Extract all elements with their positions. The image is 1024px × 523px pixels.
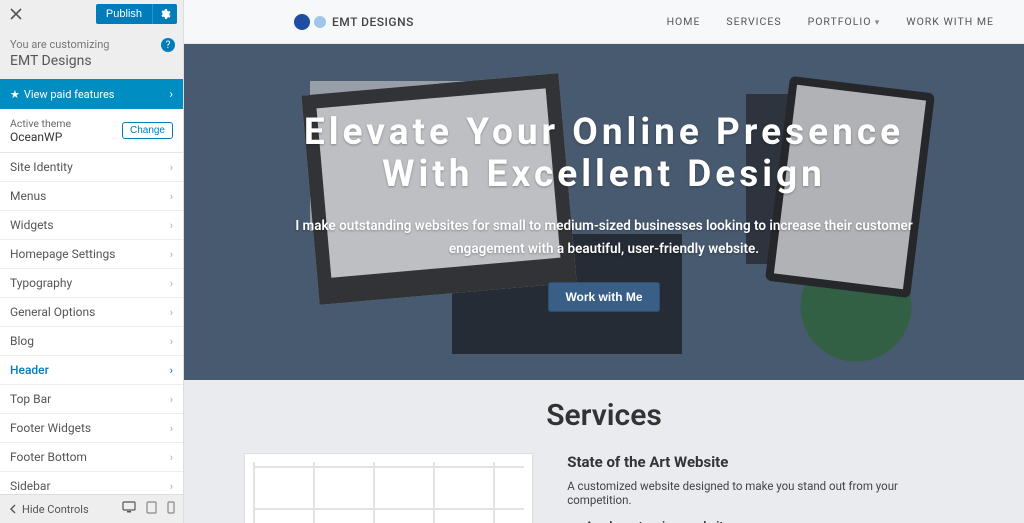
hero-overlay: [184, 44, 1024, 380]
change-theme-button[interactable]: Change: [122, 122, 173, 139]
customizer-menu-item[interactable]: Blog ›: [0, 327, 183, 356]
service-image: [244, 453, 533, 523]
site-title: EMT Designs: [10, 53, 173, 69]
nav-item[interactable]: HOME: [667, 15, 701, 28]
menu-item-label: Top Bar: [10, 392, 51, 406]
hide-controls-label: Hide Controls: [22, 503, 89, 516]
menu-item-label: Sidebar: [10, 479, 51, 493]
chevron-right-icon: ›: [170, 422, 173, 435]
star-icon: ★: [10, 88, 20, 101]
preview-pane[interactable]: EMT DESIGNS HOME SERVICES PORTFOLIO WORK WI…: [184, 0, 1024, 523]
site-header: EMT DESIGNS HOME SERVICES PORTFOLIO WORK WI…: [184, 0, 1024, 44]
service-body: State of the Art Website A customized we…: [567, 453, 964, 523]
customizer-menu-item[interactable]: Sidebar ›: [0, 472, 183, 494]
device-switcher: [122, 501, 175, 517]
chevron-right-icon: ›: [170, 219, 173, 232]
chevron-right-icon: ›: [170, 161, 173, 174]
desktop-preview-icon[interactable]: [122, 501, 136, 517]
menu-item-label: Blog: [10, 334, 34, 348]
publish-group: Publish: [96, 4, 177, 24]
brand-text: EMT DESIGNS: [332, 15, 414, 29]
menu-item-label: Homepage Settings: [10, 247, 115, 261]
hero-section: Elevate Your Online Presence With Excell…: [184, 44, 1024, 380]
primary-nav: HOME SERVICES PORTFOLIO WORK WITH ME: [667, 15, 994, 28]
customizer-menu-item[interactable]: Typography ›: [0, 269, 183, 298]
chevron-right-icon: ›: [170, 364, 173, 377]
active-theme-row: Active theme OceanWP Change: [0, 109, 183, 153]
help-icon[interactable]: ?: [161, 38, 175, 52]
services-section: Services State of the Art Website A cust…: [184, 380, 1024, 523]
customizer-panel: Publish ? You are customizing EMT Design…: [0, 0, 184, 523]
customizing-label: You are customizing: [10, 38, 173, 51]
menu-item-label: Footer Bottom: [10, 450, 87, 464]
customizer-menu-item[interactable]: Homepage Settings ›: [0, 240, 183, 269]
chevron-right-icon: ›: [169, 87, 173, 101]
publish-button[interactable]: Publish: [96, 4, 152, 24]
chevron-right-icon: ›: [170, 277, 173, 290]
chevron-right-icon: ›: [170, 306, 173, 319]
customizer-menu-item[interactable]: Header ›: [0, 356, 183, 385]
customizer-menu-item[interactable]: Footer Widgets ›: [0, 414, 183, 443]
chevron-right-icon: ›: [170, 393, 173, 406]
menu-item-label: Menus: [10, 189, 46, 203]
menu-item-label: Footer Widgets: [10, 421, 91, 435]
nav-item[interactable]: WORK WITH ME: [906, 15, 994, 28]
chevron-right-icon: ›: [170, 190, 173, 203]
close-icon[interactable]: [6, 4, 26, 24]
menu-item-label: Site Identity: [10, 160, 73, 174]
paid-features-bar[interactable]: ★View paid features ›: [0, 79, 183, 109]
service-bullets: An elegant, unique websiteDesigned to lo…: [567, 519, 964, 523]
nav-item[interactable]: PORTFOLIO: [808, 15, 881, 28]
service-title: State of the Art Website: [567, 453, 964, 471]
menu-item-label: General Options: [10, 305, 95, 319]
hero-cta-button[interactable]: Work with Me: [548, 282, 659, 312]
customizer-menu-item[interactable]: General Options ›: [0, 298, 183, 327]
chevron-right-icon: ›: [170, 480, 173, 493]
menu-item-label: Widgets: [10, 218, 54, 232]
mobile-preview-icon[interactable]: [167, 501, 175, 517]
menu-item-label: Typography: [10, 276, 72, 290]
customizer-menu-item[interactable]: Site Identity ›: [0, 153, 183, 182]
hide-controls-button[interactable]: Hide Controls: [8, 503, 89, 516]
customizer-menu-item[interactable]: Menus ›: [0, 182, 183, 211]
service-lead: A customized website designed to make yo…: [567, 479, 964, 507]
customizer-header: ? You are customizing EMT Designs: [0, 30, 183, 79]
hero-subtext: I make outstanding websites for small to…: [294, 215, 914, 261]
customizer-menu-item[interactable]: Footer Bottom ›: [0, 443, 183, 472]
brand-logo-icon: [294, 14, 310, 30]
customizer-menu: Site Identity›Menus›Widgets›Homepage Set…: [0, 153, 183, 494]
paid-features-label: ★View paid features: [10, 88, 114, 101]
nav-item[interactable]: SERVICES: [726, 15, 781, 28]
chevron-right-icon: ›: [170, 335, 173, 348]
customizer-footer: Hide Controls: [0, 494, 183, 523]
service-card: State of the Art Website A customized we…: [244, 453, 964, 523]
chevron-right-icon: ›: [170, 451, 173, 464]
customizer-menu-item[interactable]: Top Bar ›: [0, 385, 183, 414]
active-theme-label: Active theme: [10, 117, 71, 130]
hero-heading: Elevate Your Online Presence With Excell…: [264, 112, 944, 197]
menu-item-label: Header: [10, 363, 49, 377]
publish-settings-icon[interactable]: [152, 4, 177, 24]
customizer-top-bar: Publish: [0, 0, 183, 30]
brand[interactable]: EMT DESIGNS: [294, 14, 414, 30]
tablet-preview-icon[interactable]: [146, 501, 157, 517]
chevron-right-icon: ›: [170, 248, 173, 261]
customizer-menu-item[interactable]: Widgets ›: [0, 211, 183, 240]
active-theme-name: OceanWP: [10, 130, 71, 144]
services-heading: Services: [184, 398, 1024, 433]
service-bullet: An elegant, unique website: [585, 519, 964, 523]
